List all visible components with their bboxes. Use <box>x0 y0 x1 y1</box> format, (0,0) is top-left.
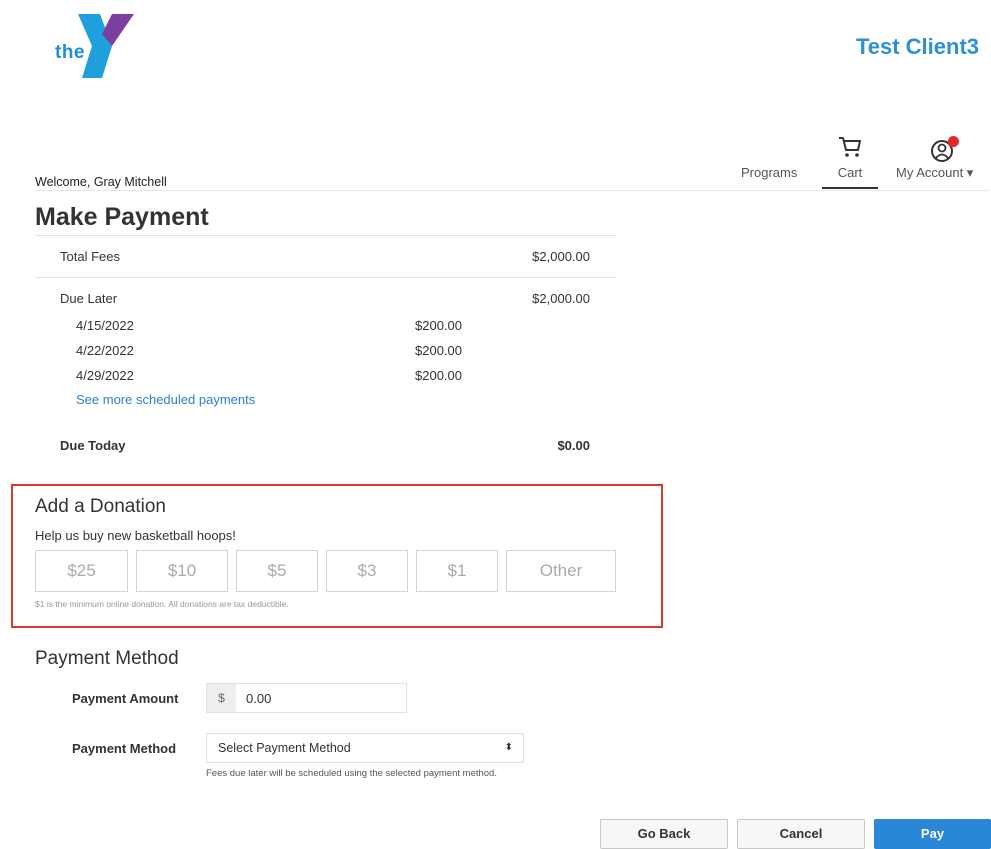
cancel-button[interactable]: Cancel <box>737 819 865 849</box>
nav-my-account-label: My Account ▾ <box>896 165 974 180</box>
scheduled-amount: $200.00 <box>415 343 462 358</box>
total-fees-amount: $2,000.00 <box>532 249 590 264</box>
due-later-label: Due Later <box>60 291 118 306</box>
total-fees-label: Total Fees <box>60 249 120 264</box>
payment-amount-label: Payment Amount <box>72 691 179 706</box>
title-divider <box>35 235 616 236</box>
donation-option-3[interactable]: $3 <box>326 550 408 592</box>
notification-badge <box>948 136 959 147</box>
donation-option-10[interactable]: $10 <box>136 550 228 592</box>
nav-cart-active-indicator <box>822 187 878 189</box>
client-name: Test Client3 <box>855 34 979 59</box>
summary-divider <box>35 277 616 278</box>
nav-cart-link[interactable]: Cart <box>822 136 878 188</box>
scheduled-date: 4/29/2022 <box>76 368 134 383</box>
payment-method-title: Payment Method <box>35 648 179 669</box>
payment-amount-field: $ <box>206 683 407 713</box>
payment-method-label: Payment Method <box>72 741 177 756</box>
cart-icon <box>839 137 861 157</box>
page-title: Make Payment <box>35 203 209 231</box>
payment-method-selected-value: Select Payment Method <box>218 741 351 755</box>
nav-divider <box>35 190 990 191</box>
see-more-payments-link[interactable]: See more scheduled payments <box>76 392 255 407</box>
select-arrows-icon: ⬍ <box>504 742 513 753</box>
nav-cart-label: Cart <box>837 165 863 180</box>
donation-option-25[interactable]: $25 <box>35 550 128 592</box>
currency-prefix: $ <box>207 684 236 712</box>
due-today-label: Due Today <box>60 438 126 453</box>
due-today-amount: $0.00 <box>557 438 590 453</box>
donation-note: $1 is the minimum online donation. All d… <box>35 599 289 609</box>
donation-option-1[interactable]: $1 <box>416 550 498 592</box>
nav-programs-link[interactable]: Programs <box>741 165 797 180</box>
donation-subtitle: Help us buy new basketball hoops! <box>35 528 236 543</box>
payment-amount-input[interactable] <box>237 684 405 712</box>
donation-option-other[interactable]: Other <box>506 550 616 592</box>
scheduled-amount: $200.00 <box>415 318 462 333</box>
donation-option-5[interactable]: $5 <box>236 550 318 592</box>
donation-title: Add a Donation <box>35 496 166 517</box>
due-later-amount: $2,000.00 <box>532 291 590 306</box>
scheduled-amount: $200.00 <box>415 368 462 383</box>
go-back-button[interactable]: Go Back <box>600 819 728 849</box>
scheduled-date: 4/15/2022 <box>76 318 134 333</box>
pay-button[interactable]: Pay <box>874 819 991 849</box>
payment-method-select[interactable]: Select Payment Method ⬍ <box>206 733 524 763</box>
payment-method-note: Fees due later will be scheduled using t… <box>206 768 497 779</box>
scheduled-date: 4/22/2022 <box>76 343 134 358</box>
logo-text: the <box>55 42 85 63</box>
welcome-message: Welcome, Gray Mitchell <box>35 175 167 189</box>
nav-my-account-menu[interactable]: My Account ▾ <box>896 136 990 186</box>
